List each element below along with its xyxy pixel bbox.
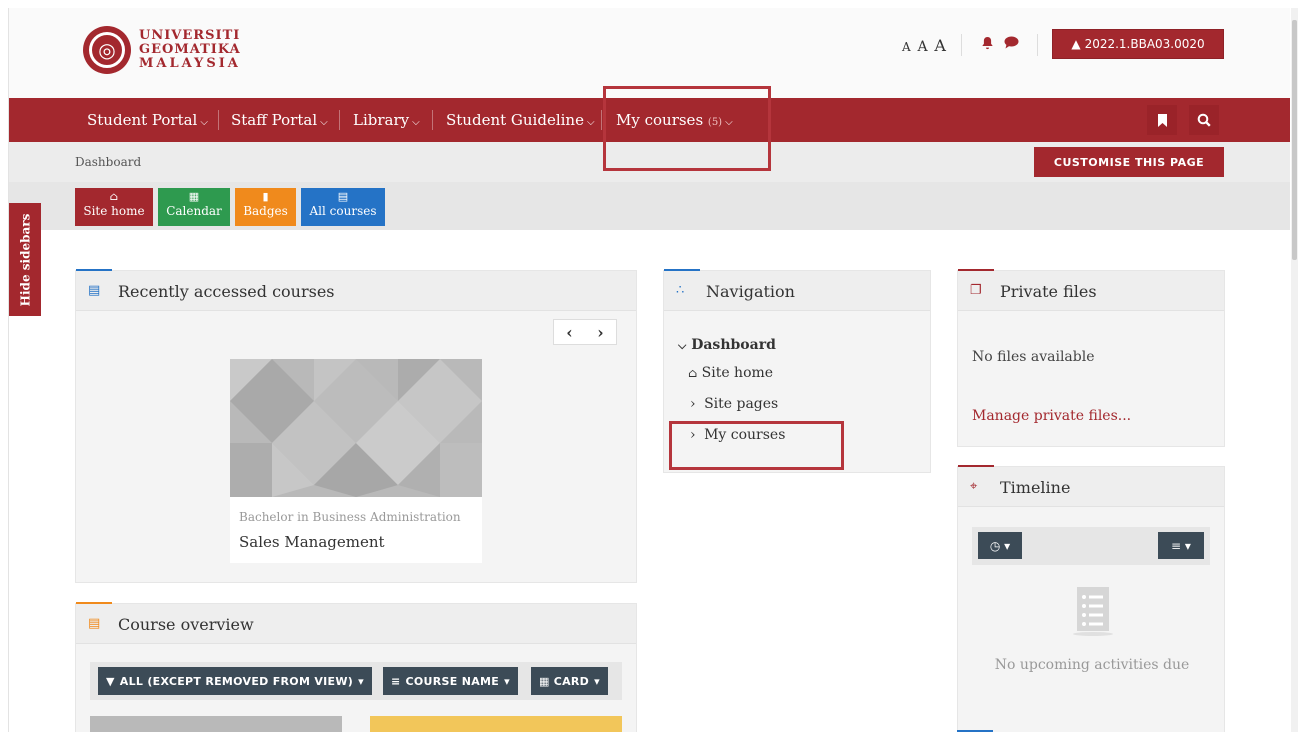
no-activities-text: No upcoming activities due bbox=[994, 657, 1190, 673]
font-size-small[interactable]: A bbox=[902, 40, 912, 54]
user-menu-button[interactable]: ▲ 2022.1.BBA03.0020 bbox=[1052, 29, 1224, 59]
recent-courses-title: Recently accessed courses bbox=[118, 282, 335, 301]
nav-library[interactable]: Library ⌵ bbox=[353, 98, 420, 142]
timeline-sort-button[interactable]: ≡ ▾ bbox=[1158, 532, 1204, 559]
filter-icon: ▼ bbox=[106, 674, 115, 688]
clock-icon: ◷ ▾ bbox=[989, 538, 1011, 553]
course-card[interactable]: Bachelor in Business Administration Sale… bbox=[230, 359, 482, 563]
nav-tree-site-pages[interactable]: › Site pages bbox=[690, 396, 778, 412]
manage-private-files-link[interactable]: Manage private files... bbox=[972, 408, 1131, 424]
logo-line3: MALAYSIA bbox=[139, 56, 241, 71]
logo-line1: UNIVERSITI bbox=[139, 28, 241, 43]
sort-icon: ≡ ▾ bbox=[1171, 538, 1191, 553]
no-files-text: No files available bbox=[972, 349, 1095, 365]
chevron-down-icon: ⌵ bbox=[586, 117, 595, 128]
font-size-controls: A A A bbox=[902, 36, 947, 55]
home-icon: ⌂ bbox=[109, 190, 119, 203]
private-files-block: ❐ Private files No files available Manag… bbox=[957, 269, 1225, 447]
quick-site-home[interactable]: ⌂ Site home bbox=[75, 188, 153, 226]
sitemap-icon: ∴ bbox=[676, 283, 685, 298]
sort-course-name-button[interactable]: ≡ COURSE NAME ▾ bbox=[383, 667, 518, 695]
home-icon: ⌂ bbox=[688, 366, 698, 380]
quick-calendar[interactable]: ▦ Calendar bbox=[158, 188, 230, 226]
navigation-title: Navigation bbox=[706, 282, 795, 301]
course-overview-title: Course overview bbox=[118, 615, 254, 634]
highlight-box-my-courses-menu bbox=[603, 86, 771, 171]
view-card-button[interactable]: ▦ CARD ▾ bbox=[531, 667, 608, 695]
chat-bubble-icon[interactable] bbox=[1004, 36, 1019, 53]
search-icon[interactable] bbox=[1189, 105, 1219, 135]
nav-tree-dashboard[interactable]: ⌵ Dashboard bbox=[678, 337, 776, 353]
site-header: ◎ UNIVERSITI GEOMATIKA MALAYSIA A A A ▲ … bbox=[9, 8, 1290, 98]
timeline-block: ⌖ Timeline ◷ ▾ ≡ ▾ No upcoming activitie… bbox=[957, 465, 1225, 732]
hide-sidebars-tab[interactable]: Hide sidebars bbox=[9, 203, 41, 316]
nav-student-guideline[interactable]: Student Guideline ⌵ bbox=[446, 98, 595, 142]
university-logo[interactable]: ◎ UNIVERSITI GEOMATIKA MALAYSIA bbox=[83, 26, 241, 74]
chevron-down-icon: ⌵ bbox=[412, 117, 420, 128]
highlight-box-my-courses-nav bbox=[669, 421, 844, 470]
bookmark-icon: ▮ bbox=[262, 190, 269, 203]
scrollbar-thumb[interactable] bbox=[1292, 20, 1297, 260]
font-size-medium[interactable]: A bbox=[917, 39, 928, 55]
book-icon: ▤ bbox=[88, 283, 101, 298]
course-card-image bbox=[370, 716, 622, 732]
private-files-title: Private files bbox=[1000, 282, 1097, 301]
chevron-down-icon: ⌵ bbox=[200, 117, 208, 128]
caret-down-icon: ▾ bbox=[594, 674, 600, 688]
timeline-filter-button[interactable]: ◷ ▾ bbox=[978, 532, 1022, 559]
course-overview-block: ▤ Course overview ▼ ALL (EXCEPT REMOVED … bbox=[75, 602, 637, 732]
course-image bbox=[230, 359, 482, 497]
course-category: Bachelor in Business Administration bbox=[239, 510, 461, 524]
nav-staff-portal[interactable]: Staff Portal ⌵ bbox=[231, 98, 328, 142]
recent-courses-block: ▤ Recently accessed courses ‹ › Bachelor… bbox=[75, 269, 637, 583]
browser-page: ◎ UNIVERSITI GEOMATIKA MALAYSIA A A A ▲ … bbox=[8, 8, 1290, 732]
nav-tree-site-home[interactable]: ⌂ Site home bbox=[688, 365, 773, 381]
caret-down-icon: ▾ bbox=[504, 674, 510, 688]
chevron-down-icon: ⌵ bbox=[320, 117, 328, 128]
logo-emblem-icon: ◎ bbox=[83, 26, 131, 74]
bell-icon[interactable] bbox=[981, 36, 994, 54]
course-card-image bbox=[90, 716, 342, 732]
chevron-right-icon: › bbox=[690, 396, 696, 412]
filter-all-button[interactable]: ▼ ALL (EXCEPT REMOVED FROM VIEW) ▾ bbox=[98, 667, 372, 695]
book-icon: ▤ bbox=[88, 616, 101, 631]
files-icon: ❐ bbox=[970, 283, 982, 298]
quick-badges[interactable]: ▮ Badges bbox=[235, 188, 296, 226]
bookmark-icon[interactable] bbox=[1147, 105, 1177, 135]
grid-icon: ▦ bbox=[539, 674, 550, 688]
quick-links-bar: ⌂ Site home ▦ Calendar ▮ Badges ▤ All co… bbox=[9, 182, 1290, 230]
chevron-down-icon: ⌵ bbox=[678, 339, 687, 352]
calendar-icon: ▦ bbox=[188, 190, 200, 203]
nav-student-portal[interactable]: Student Portal ⌵ bbox=[87, 98, 208, 142]
empty-list-icon bbox=[1072, 585, 1114, 637]
font-size-large[interactable]: A bbox=[934, 36, 947, 55]
timeline-title: Timeline bbox=[1000, 478, 1071, 497]
user-icon: ▲ bbox=[1071, 37, 1081, 51]
breadcrumb-dashboard[interactable]: Dashboard bbox=[75, 155, 141, 169]
course-name[interactable]: Sales Management bbox=[239, 533, 385, 551]
caret-down-icon: ▾ bbox=[358, 674, 364, 688]
chevron-right-icon[interactable]: › bbox=[597, 323, 603, 342]
divider bbox=[961, 34, 962, 56]
carousel-controls: ‹ › bbox=[553, 319, 617, 345]
logo-line2: GEOMATIKA bbox=[139, 42, 241, 57]
pin-icon: ⌖ bbox=[970, 479, 978, 494]
user-label: 2022.1.BBA03.0020 bbox=[1084, 37, 1205, 51]
chevron-left-icon[interactable]: ‹ bbox=[566, 323, 572, 342]
quick-all-courses[interactable]: ▤ All courses bbox=[301, 188, 385, 226]
customise-page-button[interactable]: CUSTOMISE THIS PAGE bbox=[1034, 147, 1224, 177]
sort-icon: ≡ bbox=[391, 674, 401, 688]
divider bbox=[1037, 34, 1038, 56]
book-icon: ▤ bbox=[337, 190, 349, 203]
